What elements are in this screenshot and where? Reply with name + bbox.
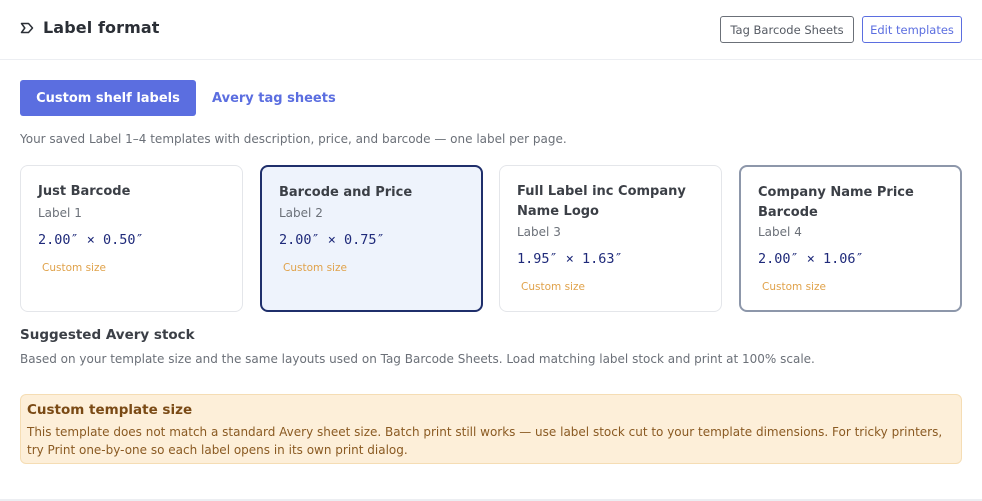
- tab-avery-tag-sheets[interactable]: Avery tag sheets: [212, 91, 336, 106]
- tag-barcode-sheets-button[interactable]: Tag Barcode Sheets: [720, 16, 854, 43]
- template-card-size-note: Custom size: [762, 281, 826, 293]
- template-card-label: Label 4: [758, 225, 802, 239]
- page-header: Label format Tag Barcode Sheets Edit tem…: [0, 0, 982, 60]
- alert-title: Custom template size: [27, 402, 193, 418]
- template-card-title: Full Label inc Company Name Logo: [517, 184, 686, 219]
- template-card-label-4[interactable]: Company Name Price Barcode Label 4 2.00″…: [739, 165, 962, 312]
- template-card-size-note: Custom size: [283, 262, 347, 274]
- template-card-dimensions: 2.00″ × 1.06″: [758, 251, 864, 267]
- label-tag-icon: [20, 22, 34, 34]
- template-card-dimensions: 2.00″ × 0.50″: [38, 232, 144, 248]
- alert-body: This template does not match a standard …: [27, 425, 943, 457]
- template-card-label: Label 3: [517, 225, 561, 239]
- format-tabs: Custom shelf labels Avery tag sheets: [20, 80, 336, 116]
- template-card-size-note: Custom size: [42, 262, 106, 274]
- template-card-label: Label 1: [38, 206, 82, 220]
- template-card-title: Barcode and Price: [279, 185, 413, 200]
- template-card-dimensions: 1.95″ × 1.63″: [517, 251, 623, 267]
- templates-description: Your saved Label 1–4 templates with desc…: [20, 132, 567, 146]
- template-card-title: Company Name Price Barcode: [758, 185, 914, 220]
- template-card-label-1[interactable]: Just Barcode Label 1 2.00″ × 0.50″ Custo…: [20, 165, 243, 312]
- template-card-label: Label 2: [279, 206, 323, 220]
- suggested-stock-description: Based on your template size and the same…: [20, 352, 815, 366]
- template-card-title: Just Barcode: [38, 184, 131, 199]
- tab-custom-shelf-labels[interactable]: Custom shelf labels: [20, 80, 196, 116]
- suggested-stock-heading: Suggested Avery stock: [20, 327, 195, 343]
- custom-size-alert: Custom template size This template does …: [20, 394, 962, 464]
- template-card-size-note: Custom size: [521, 281, 585, 293]
- page-title: Label format: [20, 18, 160, 37]
- template-card-label-3[interactable]: Full Label inc Company Name Logo Label 3…: [499, 165, 722, 312]
- edit-templates-button[interactable]: Edit templates: [862, 16, 962, 43]
- template-card-label-2[interactable]: Barcode and Price Label 2 2.00″ × 0.75″ …: [260, 165, 483, 312]
- template-card-dimensions: 2.00″ × 0.75″: [279, 232, 385, 248]
- page-title-text: Label format: [43, 18, 160, 37]
